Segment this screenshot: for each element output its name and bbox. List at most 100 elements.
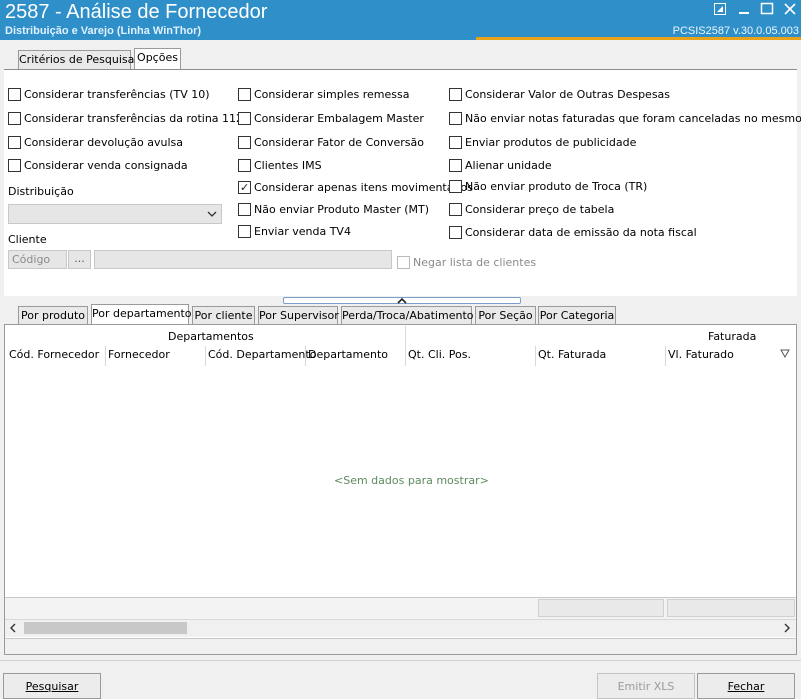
tab-por-categoria[interactable]: Por Categoria xyxy=(538,306,616,325)
cliente-code-input[interactable]: Código xyxy=(8,250,67,269)
chevron-down-icon xyxy=(207,211,217,217)
checkbox-box[interactable] xyxy=(449,87,462,101)
scrollbar-thumb[interactable] xyxy=(24,622,187,634)
checkbox-box[interactable] xyxy=(238,135,251,149)
checkbox-venda-consignada[interactable]: Considerar venda consignada xyxy=(8,157,188,173)
checkbox-produtos-publicidade[interactable]: Enviar produtos de publicidade xyxy=(449,134,636,150)
checkbox-itens-movimentados[interactable]: Considerar apenas itens movimentados xyxy=(238,179,473,195)
cliente-lookup-button[interactable]: ... xyxy=(68,250,91,269)
splitter-handle[interactable] xyxy=(283,297,521,304)
col-divider xyxy=(405,346,406,366)
checkbox-box[interactable] xyxy=(449,202,462,216)
app-subtitle: Distribuição e Varejo (Linha WinThor) xyxy=(5,25,202,37)
checkbox-transferencias-1124[interactable]: Considerar transferências da rotina 1124 xyxy=(8,110,250,126)
checkbox-box[interactable] xyxy=(8,111,21,125)
checkbox-label: Considerar Fator de Conversão xyxy=(254,135,424,149)
checkbox-outras-despesas[interactable]: Considerar Valor de Outras Despesas xyxy=(449,86,670,102)
cliente-label: Cliente xyxy=(8,233,47,246)
tab-por-departamento[interactable]: Por departamento xyxy=(91,304,192,325)
checkbox-label: Considerar transferências da rotina 1124 xyxy=(24,111,251,125)
checkbox-venda-tv4[interactable]: Enviar venda TV4 xyxy=(238,223,351,239)
tab-label: Por cliente xyxy=(194,309,253,322)
scroll-left-icon[interactable] xyxy=(9,623,17,633)
scroll-right-icon[interactable] xyxy=(783,623,791,633)
col-qt-faturada[interactable]: Qt. Faturada xyxy=(538,348,606,361)
checkbox-clientes-ims[interactable]: Clientes IMS xyxy=(238,157,322,173)
col-cod-departamento[interactable]: Cód. Departamento xyxy=(208,348,316,361)
tab-label: Por Supervisor xyxy=(259,309,339,322)
checkbox-fator-conversao[interactable]: Considerar Fator de Conversão xyxy=(238,134,424,150)
checkbox-box[interactable] xyxy=(449,111,462,125)
checkbox-label: Enviar produtos de publicidade xyxy=(465,135,637,149)
checkbox-produto-master[interactable]: Não enviar Produto Master (MT) xyxy=(238,201,429,217)
checkbox-label: Considerar Valor de Outras Despesas xyxy=(465,87,671,101)
filter-icon[interactable] xyxy=(780,349,790,358)
checkbox-label: Não enviar produto de Troca (TR) xyxy=(465,179,648,193)
checkbox-label: Considerar venda consignada xyxy=(24,158,188,172)
tab-por-secao[interactable]: Por Seção xyxy=(475,306,536,325)
checkbox-label: Considerar Embalagem Master xyxy=(254,111,424,125)
checkbox-label: Considerar devolução avulsa xyxy=(24,135,183,149)
col-cod-fornecedor[interactable]: Cód. Fornecedor xyxy=(9,348,99,361)
pesquisar-button[interactable]: Pesquisar xyxy=(3,673,101,699)
tab-perda-troca-abatimento[interactable]: Perda/Troca/Abatimento xyxy=(341,306,474,325)
checkbox-label: Negar lista de clientes xyxy=(413,255,537,269)
checkbox-transferencias-tv10[interactable]: Considerar transferências (TV 10) xyxy=(8,86,210,102)
emitir-xls-button: Emitir XLS xyxy=(597,673,695,699)
checkbox-label: Considerar transferências (TV 10) xyxy=(24,87,210,101)
checkbox-embalagem-master[interactable]: Considerar Embalagem Master xyxy=(238,110,424,126)
maximize-icon[interactable] xyxy=(760,2,776,16)
checkbox-box[interactable] xyxy=(8,87,21,101)
checkbox-data-emissao[interactable]: Considerar data de emissão da nota fisca… xyxy=(449,224,697,240)
col-departamento[interactable]: Departamento xyxy=(308,348,388,361)
tab-label: Por departamento xyxy=(92,307,192,320)
checkbox-preco-tabela[interactable]: Considerar preço de tabela xyxy=(449,201,614,217)
chevron-up-icon xyxy=(397,298,407,304)
grid-status-bar xyxy=(5,638,796,654)
accent-line xyxy=(476,37,801,40)
tab-label: Por Categoria xyxy=(539,309,615,322)
checkbox-label: Enviar venda TV4 xyxy=(254,224,351,238)
app-title: 2587 - Análise de Fornecedor xyxy=(5,1,268,23)
col-fornecedor[interactable]: Fornecedor xyxy=(108,348,170,361)
checkbox-box[interactable] xyxy=(238,158,251,172)
tab-opcoes[interactable]: Opções xyxy=(134,48,181,69)
checkbox-box[interactable] xyxy=(449,135,462,149)
button-label: Fechar xyxy=(727,680,765,693)
checkbox-notas-canceladas[interactable]: Não enviar notas faturadas que foram can… xyxy=(449,110,801,126)
checkbox-box[interactable] xyxy=(449,225,462,239)
close-icon[interactable] xyxy=(783,2,799,16)
checkbox-box[interactable] xyxy=(449,158,462,172)
minimize-icon[interactable] xyxy=(737,2,753,16)
checkbox-devolucao-avulsa[interactable]: Considerar devolução avulsa xyxy=(8,134,183,150)
col-divider xyxy=(535,346,536,366)
checkbox-box[interactable] xyxy=(238,224,251,238)
checkbox-box[interactable] xyxy=(238,202,251,216)
empty-grid-message: <Sem dados para mostrar> xyxy=(334,474,489,487)
checkbox-label: Clientes IMS xyxy=(254,158,322,172)
checkbox-box[interactable] xyxy=(238,87,251,101)
checkbox-box[interactable] xyxy=(8,158,21,172)
checkbox-box[interactable] xyxy=(449,179,462,193)
checkbox-simples-remessa[interactable]: Considerar simples remessa xyxy=(238,86,409,102)
col-qt-cli-pos[interactable]: Qt. Cli. Pos. xyxy=(408,348,471,361)
tab-criterios-de-pesquisa[interactable]: Critérios de Pesquisa xyxy=(18,50,134,69)
col-divider xyxy=(665,346,666,366)
tab-por-supervisor[interactable]: Por Supervisor xyxy=(258,306,339,325)
checkbox-label: Não enviar notas faturadas que foram can… xyxy=(465,111,801,125)
tab-label: Por Seção xyxy=(478,309,533,322)
fechar-button[interactable]: Fechar xyxy=(697,673,795,699)
checkbox-box[interactable] xyxy=(238,180,251,194)
tab-label: Opções xyxy=(137,51,178,64)
col-vl-faturado[interactable]: Vl. Faturado xyxy=(668,348,734,361)
checkbox-box[interactable] xyxy=(8,135,21,149)
restore-icon[interactable] xyxy=(713,2,729,16)
checkbox-box[interactable] xyxy=(238,111,251,125)
tab-por-produto[interactable]: Por produto xyxy=(18,306,88,325)
checkbox-alienar-unidade[interactable]: Alienar unidade xyxy=(449,157,552,173)
checkbox-produto-troca[interactable]: Não enviar produto de Troca (TR) xyxy=(449,178,647,194)
distribuicao-select[interactable] xyxy=(8,204,222,224)
checkbox-label: Considerar simples remessa xyxy=(254,87,410,101)
tab-label: Por produto xyxy=(21,309,85,322)
tab-por-cliente[interactable]: Por cliente xyxy=(192,306,255,325)
